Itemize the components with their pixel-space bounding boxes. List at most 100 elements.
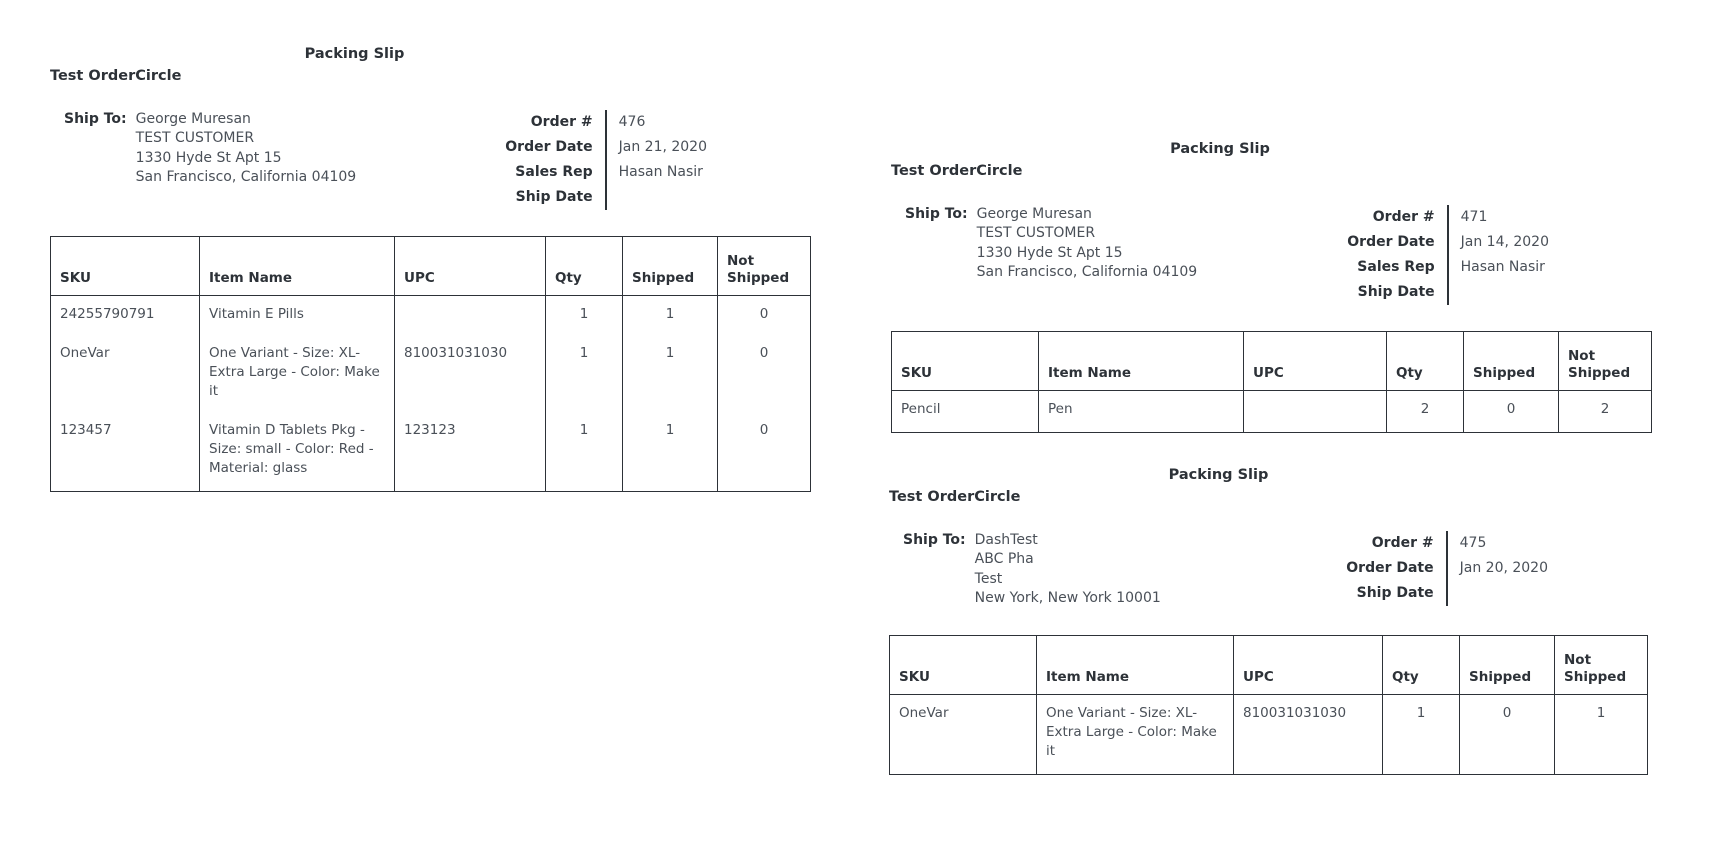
- cell-item-name: One Variant - Size: XL-Extra Large - Col…: [199, 334, 395, 412]
- cell-qty: 1: [545, 295, 623, 335]
- ship-to-address: George Muresan TEST CUSTOMER 1330 Hyde S…: [977, 205, 1198, 283]
- items-table-body: Pencil Pen 2 0 2: [891, 390, 1652, 433]
- packing-slip-title: Packing Slip: [1168, 467, 1269, 483]
- ship-date-value: [1460, 581, 1548, 606]
- column-header-shipped: Shipped: [1459, 634, 1555, 695]
- ship-to-line-2: TEST CUSTOMER: [976, 225, 1096, 242]
- items-table: SKU Item Name UPC Qty Shipped Not Shippe…: [891, 330, 1652, 433]
- ship-date-value: [1461, 280, 1549, 305]
- items-table: SKU Item Name UPC Qty Shipped Not Shippe…: [889, 634, 1648, 775]
- cell-sku: OneVar: [889, 694, 1037, 775]
- table-row: OneVar One Variant - Size: XL-Extra Larg…: [889, 694, 1648, 775]
- ship-to-block: Ship To: George Muresan TEST CUSTOMER 13…: [891, 205, 1197, 283]
- items-table-body: 24255790791 Vitamin E Pills 1 1 0 OneVar…: [50, 295, 811, 492]
- column-header-item-name: Item Name: [199, 235, 395, 296]
- order-meta-block: Order # Order Date Sales Rep Ship Date 4…: [505, 109, 707, 210]
- table-header-row: SKU Item Name UPC Qty Shipped Not Shippe…: [50, 235, 811, 296]
- cell-not-shipped: 0: [717, 295, 811, 335]
- cell-qty: 2: [1386, 390, 1464, 433]
- table-row: Pencil Pen 2 0 2: [891, 390, 1652, 433]
- order-date-label: Order Date: [1347, 233, 1435, 250]
- order-number-label: Order #: [1371, 534, 1434, 551]
- sales-rep-value: Hasan Nasir: [1460, 258, 1545, 275]
- order-date-label: Order Date: [1346, 559, 1434, 576]
- ship-date-label: Ship Date: [1357, 283, 1435, 300]
- column-header-item-name: Item Name: [1036, 634, 1234, 695]
- ship-to-line-1: George Muresan: [135, 110, 251, 127]
- sales-rep-label: Sales Rep: [515, 163, 593, 180]
- cell-upc: 810031031030: [1233, 694, 1383, 775]
- order-number-label: Order #: [530, 113, 593, 130]
- items-table-header: SKU Item Name UPC Qty Shipped Not Shippe…: [889, 634, 1648, 695]
- cell-shipped: 1: [622, 411, 718, 492]
- order-meta-values: 475 Jan 20, 2020: [1448, 531, 1548, 606]
- cell-item-name: One Variant - Size: XL-Extra Large - Col…: [1036, 694, 1234, 775]
- cell-upc: [394, 295, 546, 335]
- ship-to-block: Ship To: George Muresan TEST CUSTOMER 13…: [50, 110, 356, 188]
- packing-slip-2: Packing Slip Test OrderCircle Ship To: G…: [891, 141, 1652, 433]
- cell-not-shipped: 1: [1554, 694, 1648, 775]
- cell-upc: [1243, 390, 1387, 433]
- ship-to-label: Ship To:: [64, 110, 127, 127]
- cell-qty: 1: [545, 411, 623, 492]
- ship-to-address: DashTest ABC Pha Test New York, New York…: [975, 531, 1161, 609]
- order-meta-block: Order # Order Date Ship Date 475 Jan 20,…: [1346, 530, 1548, 606]
- ship-to-line-3: Test: [974, 570, 1003, 587]
- items-table-header: SKU Item Name UPC Qty Shipped Not Shippe…: [891, 330, 1652, 391]
- column-header-sku: SKU: [889, 634, 1037, 695]
- column-header-upc: UPC: [1233, 634, 1383, 695]
- column-header-sku: SKU: [50, 235, 200, 296]
- order-date-label: Order Date: [505, 138, 593, 155]
- cell-not-shipped: 2: [1558, 390, 1652, 433]
- cell-upc: 123123: [394, 411, 546, 492]
- order-date-value: Jan 14, 2020: [1460, 233, 1549, 250]
- order-number-value: 475: [1459, 534, 1487, 551]
- cell-sku: Pencil: [891, 390, 1039, 433]
- cell-sku: 123457: [50, 411, 200, 492]
- packing-slip-1: Packing Slip Test OrderCircle Ship To: G…: [50, 46, 811, 492]
- column-header-shipped: Shipped: [1463, 330, 1559, 391]
- column-header-item-name: Item Name: [1038, 330, 1244, 391]
- table-row: 123457 Vitamin D Tablets Pkg - Size: sma…: [50, 411, 811, 492]
- column-header-qty: Qty: [1382, 634, 1460, 695]
- column-header-not-shipped: Not Shipped: [1554, 634, 1648, 695]
- slip-header: Ship To: DashTest ABC Pha Test New York,…: [889, 530, 1548, 609]
- ship-to-line-2: ABC Pha: [974, 551, 1034, 568]
- items-table-header: SKU Item Name UPC Qty Shipped Not Shippe…: [50, 235, 811, 296]
- column-header-upc: UPC: [1243, 330, 1387, 391]
- company-name: Test OrderCircle: [50, 68, 182, 85]
- column-header-qty: Qty: [545, 235, 623, 296]
- table-row: OneVar One Variant - Size: XL-Extra Larg…: [50, 334, 811, 412]
- table-row: 24255790791 Vitamin E Pills 1 1 0: [50, 295, 811, 335]
- cell-qty: 1: [1382, 694, 1460, 775]
- sales-rep-value: Hasan Nasir: [618, 163, 703, 180]
- cell-shipped: 1: [622, 295, 718, 335]
- order-meta-values: 476 Jan 21, 2020 Hasan Nasir: [607, 110, 707, 210]
- ship-to-line-1: George Muresan: [976, 205, 1092, 222]
- cell-not-shipped: 0: [717, 334, 811, 412]
- cell-sku: OneVar: [50, 334, 200, 412]
- table-header-row: SKU Item Name UPC Qty Shipped Not Shippe…: [891, 330, 1652, 391]
- ship-to-line-4: San Francisco, California 04109: [976, 264, 1198, 281]
- order-date-value: Jan 20, 2020: [1459, 559, 1548, 576]
- ship-to-line-4: New York, New York 10001: [974, 590, 1161, 607]
- column-header-shipped: Shipped: [622, 235, 718, 296]
- packing-slip-title: Packing Slip: [304, 46, 405, 62]
- ship-date-label: Ship Date: [1356, 584, 1434, 601]
- packing-slip-3: Packing Slip Test OrderCircle Ship To: D…: [889, 467, 1648, 775]
- cell-shipped: 1: [622, 334, 718, 412]
- ship-to-block: Ship To: DashTest ABC Pha Test New York,…: [889, 531, 1161, 609]
- column-header-not-shipped: Not Shipped: [717, 235, 811, 296]
- cell-upc: 810031031030: [394, 334, 546, 412]
- order-meta-block: Order # Order Date Sales Rep Ship Date 4…: [1347, 204, 1549, 305]
- order-meta-labels: Order # Order Date Sales Rep Ship Date: [505, 110, 604, 210]
- company-name: Test OrderCircle: [889, 489, 1021, 506]
- ship-to-line-4: San Francisco, California 04109: [135, 169, 357, 186]
- column-header-sku: SKU: [891, 330, 1039, 391]
- order-meta-values: 471 Jan 14, 2020 Hasan Nasir: [1449, 205, 1549, 305]
- cell-qty: 1: [545, 334, 623, 412]
- cell-item-name: Vitamin E Pills: [199, 295, 395, 335]
- column-header-not-shipped: Not Shipped: [1558, 330, 1652, 391]
- column-header-upc: UPC: [394, 235, 546, 296]
- cell-shipped: 0: [1463, 390, 1559, 433]
